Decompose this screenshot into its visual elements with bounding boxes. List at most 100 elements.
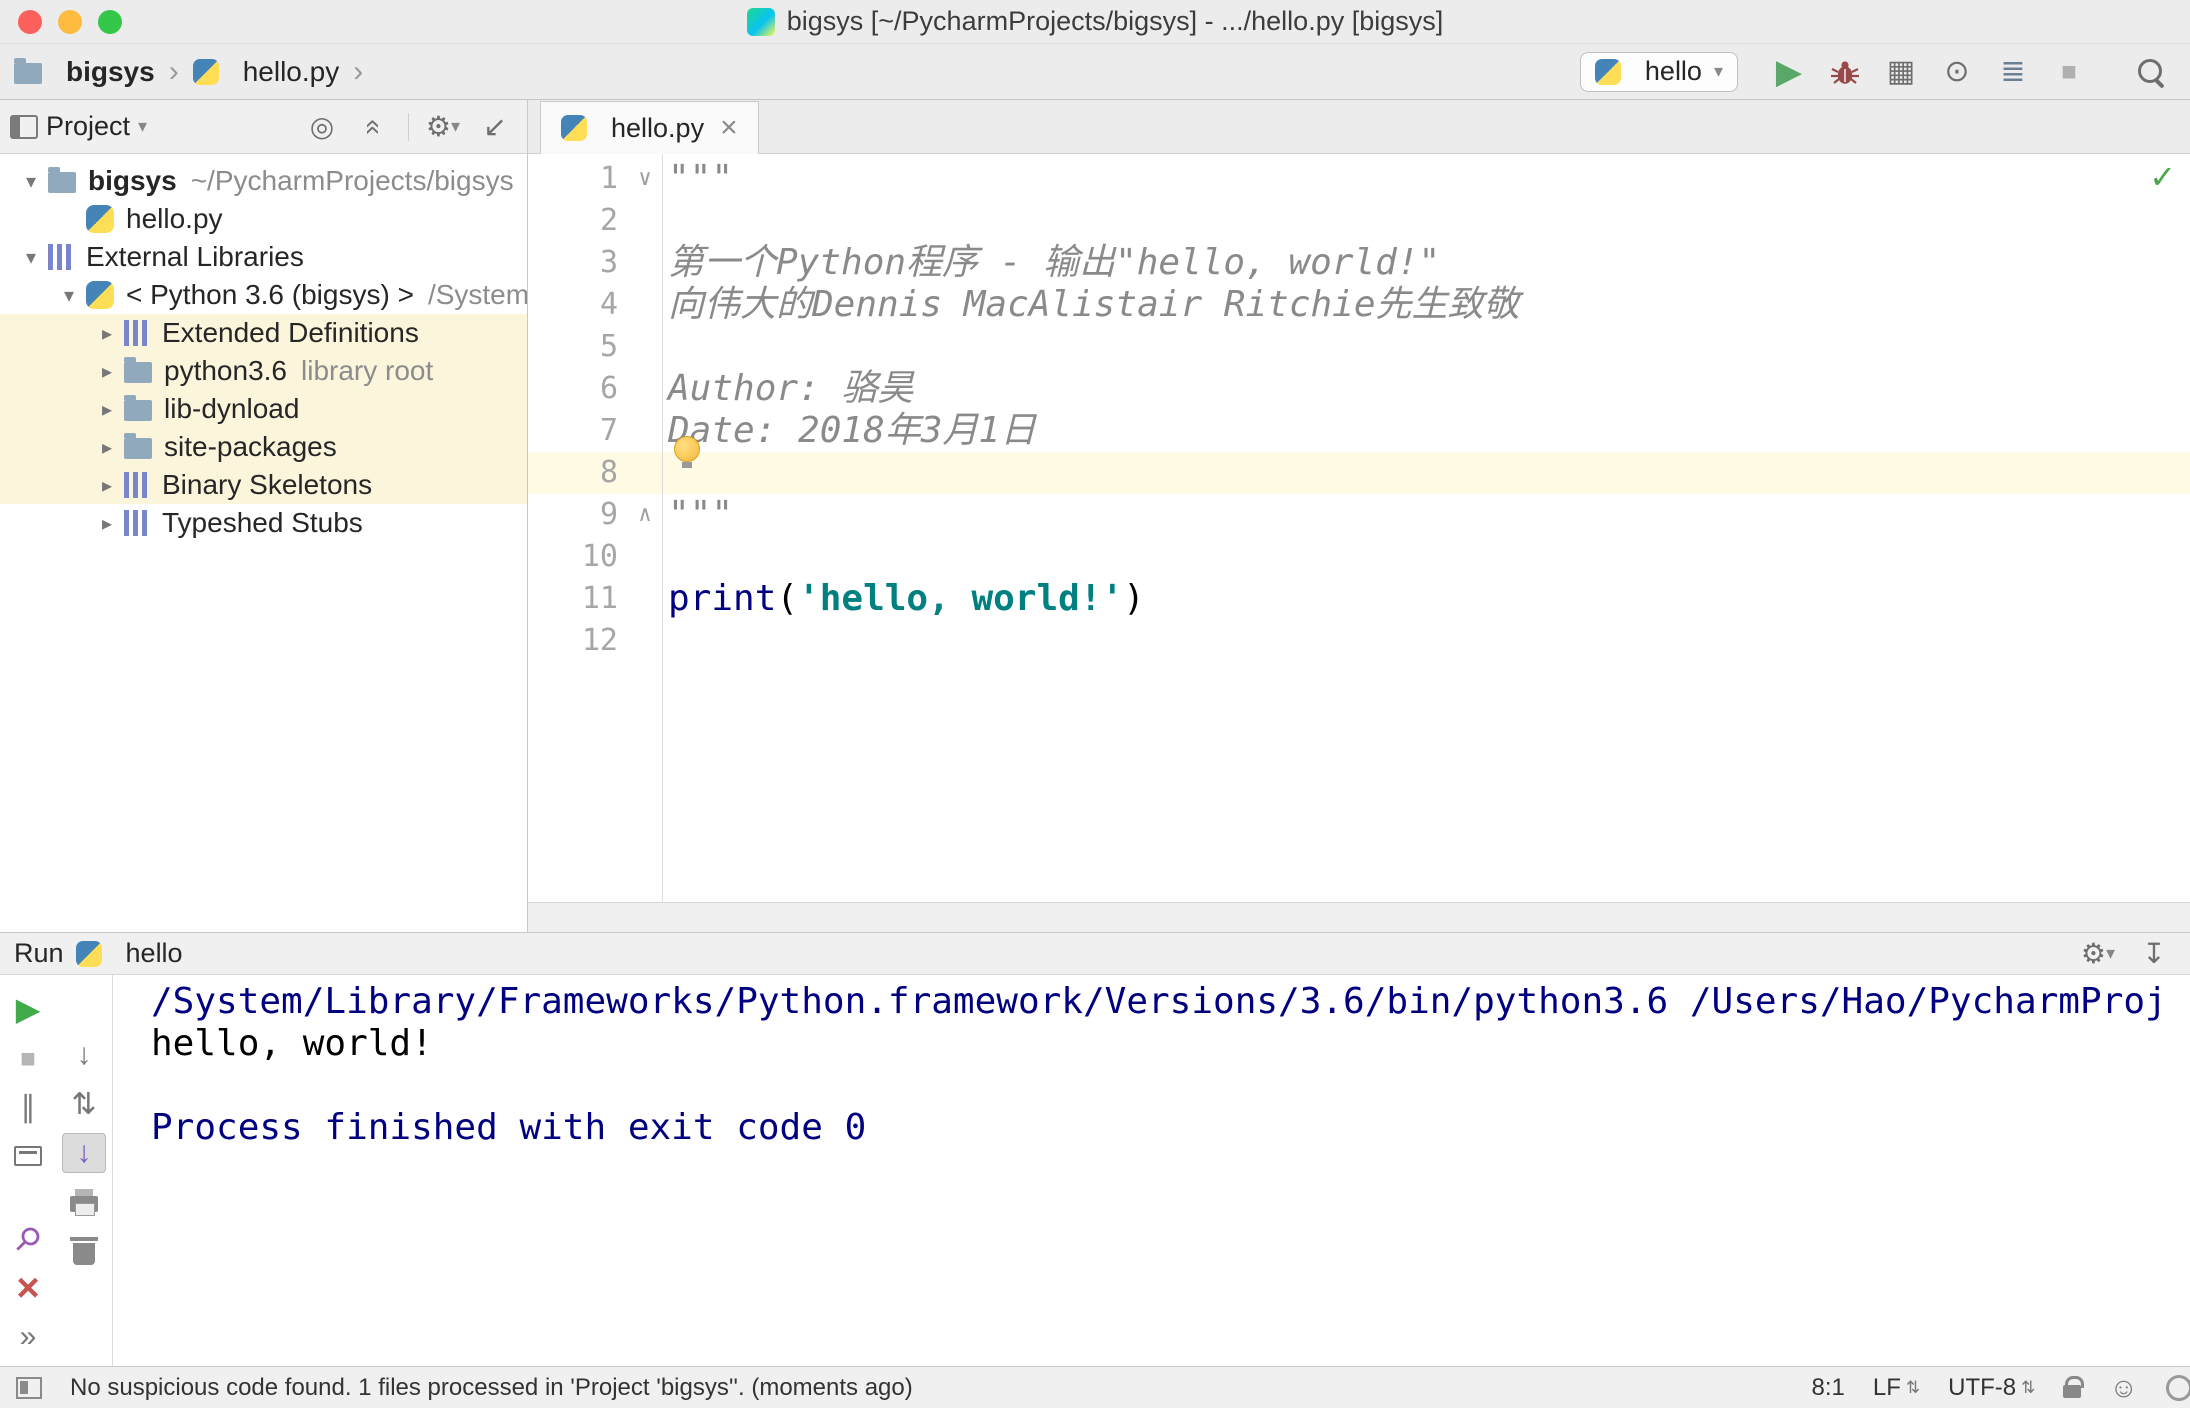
- tab-hello-py[interactable]: hello.py ×: [540, 101, 759, 154]
- fold-gutter: [628, 284, 662, 326]
- stop-button[interactable]: ■: [2044, 50, 2094, 94]
- folder-icon: [48, 167, 76, 193]
- down-stack-trace-button[interactable]: ↓: [62, 1035, 106, 1075]
- search-everywhere-button[interactable]: [2126, 50, 2176, 94]
- profiler-button[interactable]: ⊙: [1932, 50, 1982, 94]
- scroll-to-end-button[interactable]: ↓: [62, 1133, 106, 1173]
- tree-item-python-3-6-bigsys[interactable]: ▾ < Python 3.6 (bigsys) > /System: [0, 276, 527, 314]
- collapse-all-button[interactable]: «: [352, 105, 396, 149]
- stop-process-button[interactable]: ■: [6, 1038, 50, 1078]
- editor-line: 7 Date: 2018年3月1日: [528, 410, 2190, 468]
- caret-position[interactable]: 8:1: [1812, 1374, 1845, 1402]
- pin-tab-button[interactable]: ⚲: [0, 1209, 58, 1268]
- minimize-window-button[interactable]: [58, 9, 82, 34]
- line-number: 4: [599, 287, 618, 322]
- inspection-status-icon[interactable]: ✓: [2149, 158, 2176, 196]
- line-separator-widget[interactable]: LF ⇅: [1873, 1374, 1920, 1402]
- close-window-button[interactable]: [18, 9, 42, 34]
- chevron-right-icon[interactable]: ▸: [90, 435, 124, 460]
- tree-item-label: Binary Skeletons: [162, 469, 373, 500]
- breadcrumb-file[interactable]: hello.py: [243, 56, 340, 88]
- editor-line: 6 Author: 骆昊: [528, 368, 2190, 410]
- run-settings-button[interactable]: ⚙ ▾: [2076, 935, 2120, 973]
- chevron-right-icon[interactable]: ▸: [90, 511, 124, 536]
- run-panel-title[interactable]: Run: [14, 938, 64, 969]
- chevron-right-icon[interactable]: ▸: [90, 473, 124, 498]
- coverage-button[interactable]: ▦: [1876, 50, 1926, 94]
- lib-icon: [124, 472, 150, 498]
- tree-item-binary-skeletons[interactable]: ▸ Binary Skeletons: [0, 466, 527, 504]
- clear-console-button[interactable]: [62, 1231, 106, 1271]
- console-line: hello, world!: [151, 1023, 433, 1064]
- print-button[interactable]: [62, 1182, 106, 1222]
- hide-panel-button[interactable]: ↙: [473, 105, 517, 149]
- fold-gutter: [628, 242, 662, 284]
- folder-icon: [124, 433, 152, 459]
- tool-window-toggle-icon[interactable]: [16, 1376, 42, 1399]
- debug-button[interactable]: [1820, 50, 1870, 94]
- chevron-right-icon[interactable]: ▸: [90, 359, 124, 384]
- project-panel-title[interactable]: Project: [46, 111, 130, 142]
- chevron-down-icon[interactable]: ▾: [14, 169, 48, 194]
- intention-bulb-icon[interactable]: [674, 436, 700, 468]
- tree-item-site-packages[interactable]: ▸ site-packages: [0, 428, 527, 466]
- breadcrumb-project[interactable]: bigsys: [66, 56, 155, 88]
- pause-output-button[interactable]: ∥: [6, 1087, 50, 1127]
- run-tool-window: Run hello ⚙ ▾ ↧ ▶ ■ ∥ ⚲ × » ↓ ⇅ ↓ /Syste…: [0, 932, 2190, 1366]
- python-icon: [192, 58, 219, 85]
- tree-item-extended-definitions[interactable]: ▸ Extended Definitions: [0, 314, 527, 352]
- chevron-down-icon[interactable]: ▾: [52, 283, 86, 308]
- tree-item-bigsys[interactable]: ▾ bigsys ~/PycharmProjects/bigsys: [0, 162, 527, 200]
- tree-item-label: Typeshed Stubs: [162, 507, 363, 538]
- close-tab-icon[interactable]: ×: [720, 111, 738, 145]
- rerun-button[interactable]: ▶: [6, 989, 50, 1029]
- code-segment: ): [1123, 578, 1145, 619]
- fold-gutter: [628, 452, 662, 494]
- console-line: /System/Library/Frameworks/Python.framew…: [151, 981, 2167, 1022]
- line-number: 8: [599, 455, 618, 490]
- run-configuration-select[interactable]: hello ▾: [1579, 51, 1738, 92]
- chevron-down-icon: ▾: [2106, 943, 2116, 963]
- statusbar: No suspicious code found. 1 files proces…: [0, 1366, 2190, 1408]
- chevron-down-icon: ▾: [138, 116, 148, 136]
- code-segment: (: [776, 578, 799, 619]
- more-options-button[interactable]: »: [6, 1317, 50, 1357]
- console-output[interactable]: /System/Library/Frameworks/Python.framew…: [113, 975, 2190, 1366]
- fold-marker-icon[interactable]: ∨: [628, 158, 662, 200]
- editor-line: 10: [528, 536, 2190, 578]
- show-console-button[interactable]: [6, 1136, 50, 1176]
- tree-item-external-libraries[interactable]: ▾ External Libraries: [0, 238, 527, 276]
- code-segment: 'hello, world!': [798, 578, 1124, 619]
- tree-item-hello-py[interactable]: hello.py: [0, 200, 527, 238]
- locate-file-button[interactable]: ◎: [300, 105, 344, 149]
- fold-gutter: [628, 368, 662, 410]
- close-run-tab-button[interactable]: ×: [6, 1266, 50, 1310]
- inspections-profile-icon[interactable]: ☺: [2109, 1372, 2138, 1404]
- run-config-name: hello: [125, 938, 183, 968]
- chevron-down-icon[interactable]: ▾: [14, 245, 48, 270]
- folder-icon: [124, 357, 152, 383]
- chevron-right-icon: ›: [168, 54, 179, 88]
- tree-item-typeshed-stubs[interactable]: ▸ Typeshed Stubs: [0, 504, 527, 542]
- concurrency-diagram-button[interactable]: ≣: [1988, 50, 2038, 94]
- file-encoding-widget[interactable]: UTF-8 ⇅: [1948, 1374, 2035, 1402]
- editor[interactable]: 1 ∨ """ 2 3 第一个Python程序 - 输出"hello, world!" 4 向…: [528, 154, 2190, 902]
- tree-item-label: < Python 3.6 (bigsys) >: [126, 279, 414, 310]
- fold-marker-icon[interactable]: ∧: [628, 494, 662, 536]
- project-tool-window: Project ▾ ◎ « ⚙ ▾ ↙ ▾ bigsys ~/PycharmProje…: [0, 100, 528, 932]
- search-icon: [2136, 57, 2166, 87]
- zoom-window-button[interactable]: [98, 9, 122, 34]
- restore-layout-button[interactable]: ⇅: [62, 1084, 106, 1124]
- notification-icon[interactable]: [2166, 1374, 2190, 1401]
- panel-settings-button[interactable]: ⚙ ▾: [421, 105, 465, 149]
- chevron-right-icon[interactable]: ▸: [90, 397, 124, 422]
- run-button[interactable]: ▶: [1764, 50, 1814, 94]
- console-line: Process finished with exit code 0: [151, 1107, 867, 1148]
- gear-icon: ⚙: [425, 111, 452, 142]
- chevron-right-icon[interactable]: ▸: [90, 321, 124, 346]
- tree-item-lib-dynload[interactable]: ▸ lib-dynload: [0, 390, 527, 428]
- lock-icon[interactable]: [2063, 1375, 2085, 1398]
- tree-item-python3-6[interactable]: ▸ python3.6 library root: [0, 352, 527, 390]
- hide-run-panel-button[interactable]: ↧: [2132, 935, 2176, 973]
- editor-line: 4 向伟大的Dennis MacAlistair Ritchie先生致敬: [528, 284, 2190, 326]
